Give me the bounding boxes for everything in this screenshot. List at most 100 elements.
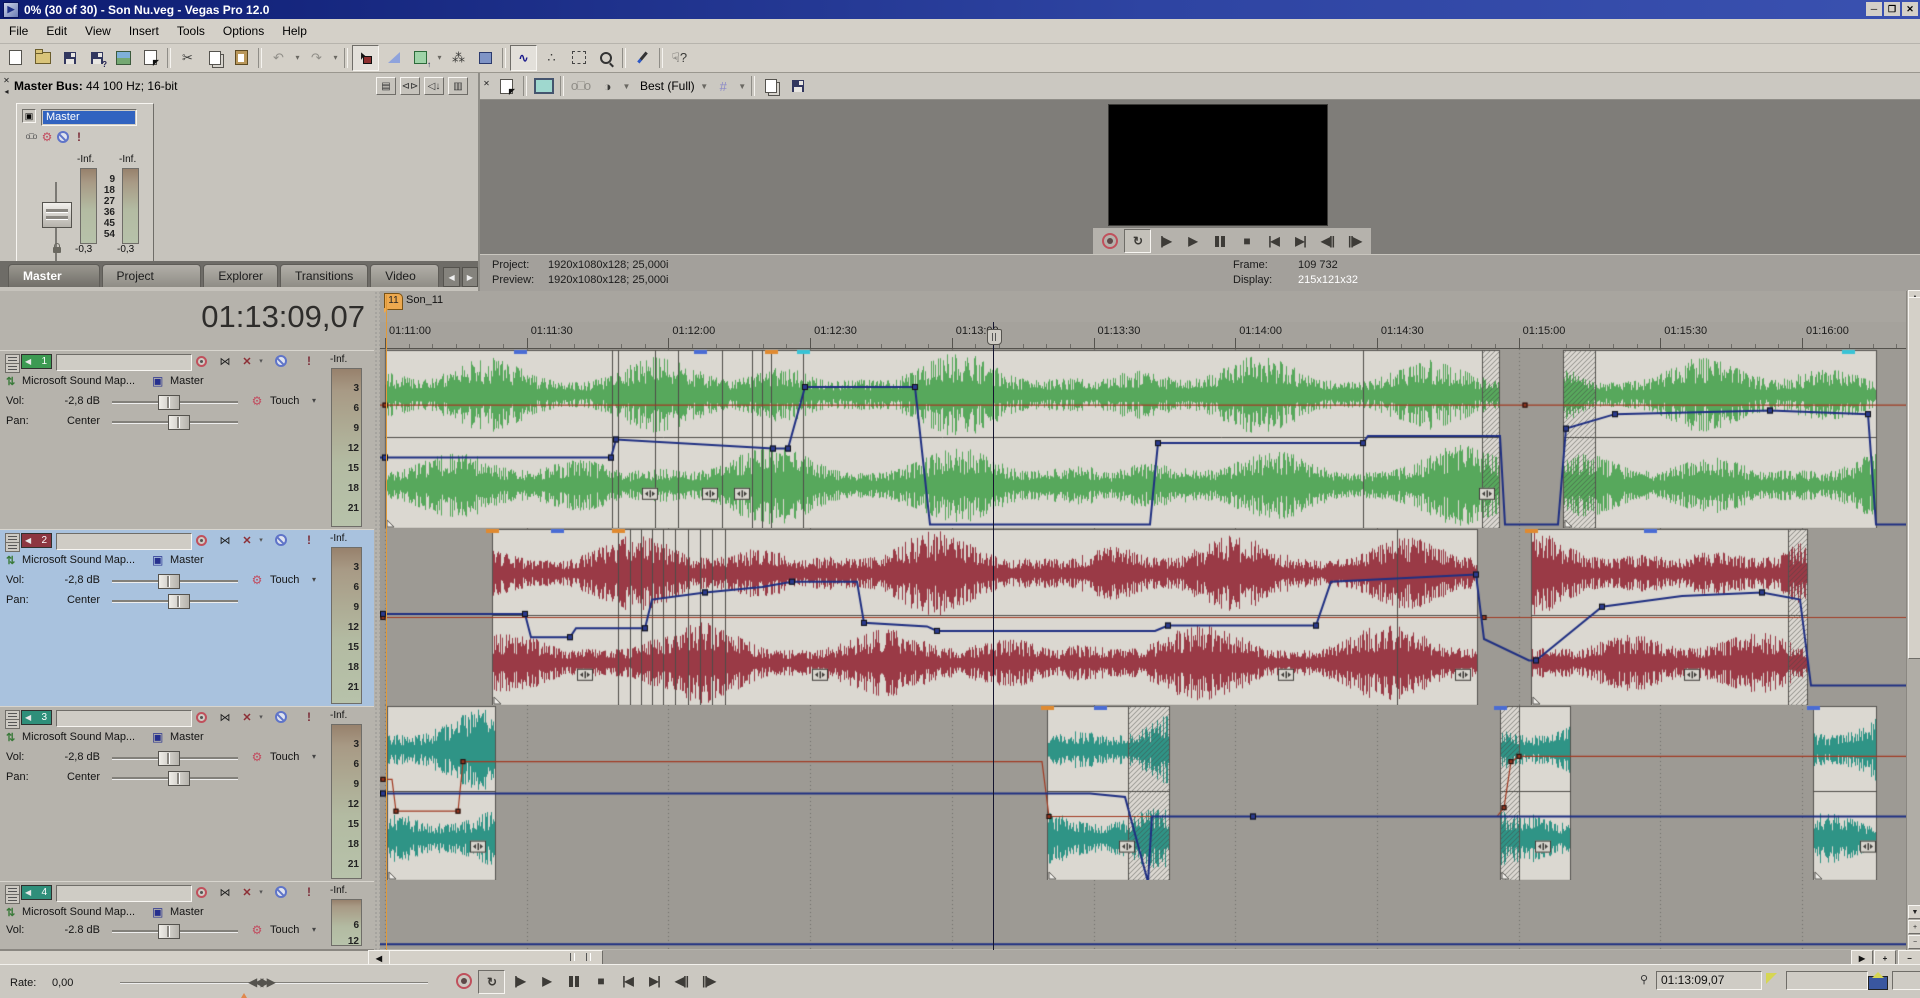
save-snapshot-button[interactable] bbox=[786, 74, 811, 98]
record-arm-button[interactable] bbox=[192, 532, 210, 548]
normal-edit-tool-button[interactable] bbox=[352, 45, 379, 71]
track-3-lane[interactable] bbox=[380, 705, 1906, 882]
automation-settings-gear[interactable]: ⚙ bbox=[248, 572, 266, 588]
play-button[interactable]: ▶ bbox=[534, 970, 559, 992]
close-button[interactable]: ✕ bbox=[1902, 2, 1918, 16]
tab-explorer[interactable]: Explorer bbox=[203, 264, 278, 287]
record-button[interactable] bbox=[1097, 230, 1122, 252]
automation-mode-value[interactable]: Touch bbox=[270, 574, 299, 586]
invert-phase-button[interactable]: ! bbox=[300, 532, 318, 548]
vol-slider-thumb[interactable] bbox=[158, 574, 180, 589]
vol-value[interactable]: -2,8 dB bbox=[48, 574, 100, 586]
tab-project-media[interactable]: Project Media bbox=[102, 264, 202, 287]
downmix-output-icon[interactable]: ⊲⊳ bbox=[400, 77, 420, 95]
vertical-scrollbar[interactable]: ▲ ▼ + − bbox=[1906, 291, 1920, 950]
audio-device-icon[interactable]: ⇅ bbox=[6, 731, 15, 744]
rate-slider-thumb[interactable]: ◀◀▶▶ bbox=[248, 975, 273, 989]
big-timecode-display[interactable]: 01:13:09,07 bbox=[150, 299, 365, 335]
bus-assignment-button[interactable]: ▣ bbox=[152, 553, 163, 567]
solo-button[interactable] bbox=[272, 709, 290, 725]
maximize-track-button[interactable] bbox=[5, 542, 20, 552]
paint-tool-button[interactable]: ⁂ bbox=[446, 46, 471, 70]
paste-button[interactable] bbox=[229, 46, 254, 70]
track-zoom-out-button[interactable]: − bbox=[1908, 935, 1920, 949]
preview-quality-value[interactable]: Best (Full) bbox=[640, 79, 695, 93]
overlay-grid-dropdown[interactable]: ▼ bbox=[737, 74, 748, 98]
scroll-down-button[interactable]: ▼ bbox=[1908, 905, 1920, 919]
track-splitter[interactable] bbox=[374, 291, 380, 950]
track-name-field[interactable] bbox=[56, 710, 192, 727]
minimize-button[interactable]: ─ bbox=[1866, 2, 1882, 16]
loop-playback-button[interactable]: ↻ bbox=[1124, 229, 1151, 253]
play-from-start-button[interactable]: |▶ bbox=[507, 970, 532, 992]
pan-slider-thumb[interactable] bbox=[168, 771, 190, 786]
record-button[interactable] bbox=[451, 970, 476, 992]
bus-assignment-button[interactable]: ▣ bbox=[152, 905, 163, 919]
render-as-button[interactable] bbox=[111, 46, 136, 70]
redo-dropdown[interactable]: ▾ bbox=[330, 46, 341, 70]
automation-settings-gear[interactable]: ⚙ bbox=[248, 393, 266, 409]
invert-phase-button[interactable]: ! bbox=[300, 353, 318, 369]
cursor-position-field[interactable]: 01:13:09,07 bbox=[1656, 971, 1762, 990]
menu-tools[interactable]: Tools bbox=[168, 21, 214, 41]
marker-bar[interactable]: 11 Son_11 bbox=[380, 291, 1906, 323]
next-frame-button[interactable]: ||▶ bbox=[1342, 230, 1367, 252]
automation-settings-gear[interactable]: ⚙ bbox=[248, 922, 266, 938]
menu-view[interactable]: View bbox=[76, 21, 120, 41]
audio-device-icon[interactable]: ⇅ bbox=[6, 375, 15, 388]
bus-properties-icon[interactable]: ▤ bbox=[376, 77, 396, 95]
playhead-line[interactable] bbox=[993, 322, 994, 950]
track-meter[interactable]: 612 bbox=[331, 899, 362, 946]
track-name-field[interactable] bbox=[56, 885, 192, 902]
mute-dropdown[interactable]: ▾ bbox=[252, 709, 270, 725]
thumb-edge-handle[interactable] bbox=[586, 953, 591, 961]
thumb-edge-handle[interactable] bbox=[570, 953, 575, 961]
preview-quality-dropdown[interactable]: ▼ bbox=[699, 74, 710, 98]
audio-device-name[interactable]: Microsoft Sound Map... bbox=[22, 375, 135, 387]
horizontal-scrollbar[interactable]: ◀ ▶ + − bbox=[368, 950, 1920, 964]
publish-project-button[interactable]: ? bbox=[84, 46, 109, 70]
automation-mode-dropdown[interactable]: ▾ bbox=[312, 925, 316, 934]
stop-button[interactable]: ■ bbox=[1234, 230, 1259, 252]
maximize-track-button[interactable] bbox=[5, 363, 20, 373]
dim-output-icon[interactable]: ◁↓ bbox=[424, 77, 444, 95]
track-fx-button[interactable]: ⋈ bbox=[216, 709, 234, 725]
track-name-field[interactable] bbox=[56, 354, 192, 371]
mute-dropdown[interactable]: ▾ bbox=[252, 353, 270, 369]
track-3-number-badge[interactable]: 3◀ bbox=[21, 710, 52, 725]
envelope-edit-tool-button[interactable] bbox=[381, 46, 406, 70]
invert-phase-button[interactable]: ! bbox=[300, 709, 318, 725]
pan-value[interactable]: Center bbox=[48, 594, 100, 606]
next-frame-button[interactable]: ||▶ bbox=[696, 970, 721, 992]
track-meter[interactable]: 36912151821 bbox=[331, 547, 362, 704]
automation-mode-dropdown[interactable]: ▾ bbox=[312, 752, 316, 761]
time-ruler[interactable]: 01:11:0001:11:3001:12:0001:12:3001:13:00… bbox=[380, 322, 1906, 349]
track-2-header[interactable]: 2◀⋈✕▾!-Inf.⇅Microsoft Sound Map...▣Maste… bbox=[0, 529, 378, 709]
menu-file[interactable]: File bbox=[0, 21, 37, 41]
solo-button[interactable] bbox=[272, 884, 290, 900]
external-monitor-button[interactable] bbox=[531, 74, 556, 98]
pan-value[interactable]: Center bbox=[48, 771, 100, 783]
master-fader-thumb[interactable] bbox=[42, 202, 72, 228]
track-fx-button[interactable]: ⋈ bbox=[216, 884, 234, 900]
track-1-header[interactable]: 1◀⋈✕▾!-Inf.⇅Microsoft Sound Map...▣Maste… bbox=[0, 350, 378, 532]
bus-assignment-label[interactable]: Master bbox=[170, 554, 204, 566]
track-2-lane[interactable] bbox=[380, 528, 1906, 707]
record-arm-button[interactable] bbox=[192, 353, 210, 369]
solo-button[interactable] bbox=[272, 532, 290, 548]
bus-assignment-label[interactable]: Master bbox=[170, 731, 204, 743]
tab-scroll-left[interactable]: ◀ bbox=[443, 267, 459, 287]
automation-settings-gear[interactable]: ⚙ bbox=[248, 749, 266, 765]
bus-assignment-button[interactable]: ▣ bbox=[152, 730, 163, 744]
automation-mode-dropdown[interactable]: ▾ bbox=[312, 396, 316, 405]
cut-button[interactable]: ✂ bbox=[175, 46, 200, 70]
video-preview-screen[interactable] bbox=[1108, 104, 1328, 226]
track-name-field[interactable] bbox=[56, 533, 192, 550]
ignore-event-grouping-button[interactable]: ∴ bbox=[539, 46, 564, 70]
mute-dropdown[interactable]: ▾ bbox=[252, 532, 270, 548]
vol-slider-thumb[interactable] bbox=[158, 751, 180, 766]
automation-mode-value[interactable]: Touch bbox=[270, 395, 299, 407]
maximize-button[interactable]: ❐ bbox=[1884, 2, 1900, 16]
title-bar[interactable]: ▶ 0% (30 of 30) - Son Nu.veg - Vegas Pro… bbox=[0, 0, 1920, 19]
project-properties-button[interactable] bbox=[138, 46, 163, 70]
